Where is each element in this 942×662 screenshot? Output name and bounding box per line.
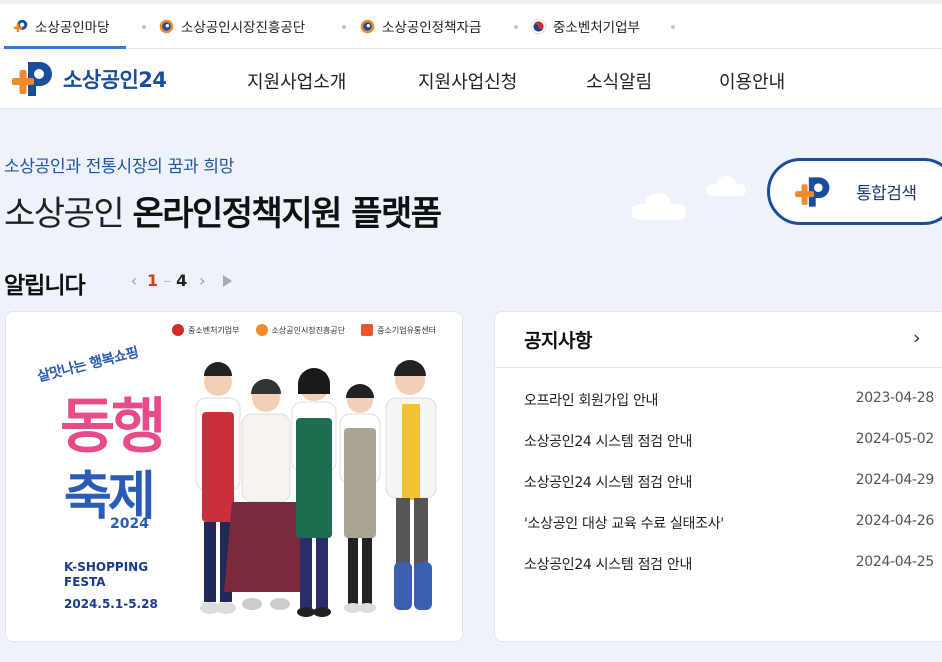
separator-dot bbox=[514, 25, 518, 29]
menu-guide[interactable]: 이용안내 bbox=[719, 68, 785, 94]
main-navigation: 소상공인24 지원사업소개 지원사업신청 소식알림 이용안내 bbox=[0, 49, 942, 109]
cloud-decoration bbox=[645, 193, 671, 215]
site-logo[interactable]: 소상공인24 bbox=[11, 58, 167, 100]
notice-item[interactable]: 소상공인24 시스템 점검 안내 2024-04-25 bbox=[524, 554, 934, 574]
separator-dot bbox=[342, 25, 346, 29]
separator-dot bbox=[142, 25, 146, 29]
banner-date: 2024.5.1-5.28 bbox=[64, 597, 158, 611]
site-label: 중소벤처기업부 bbox=[553, 20, 640, 36]
banner-english-title: K-SHOPPING FESTA bbox=[64, 560, 149, 589]
site-label: 소상공인정책자금 bbox=[382, 20, 482, 36]
site-link-policy-fund[interactable]: 소상공인정책자금 bbox=[359, 16, 481, 36]
hero-subtitle: 소상공인과 전통시장의 꿈과 희망 bbox=[4, 157, 235, 177]
notice-item-title: 소상공인24 시스템 점검 안내 bbox=[524, 557, 693, 573]
notice-item-title: 소상공인24 시스템 점검 안내 bbox=[524, 434, 693, 450]
notice-item-date: 2023-04-28 bbox=[855, 390, 935, 406]
menu-program-apply[interactable]: 지원사업신청 bbox=[418, 68, 517, 94]
page-total: 4 bbox=[176, 271, 188, 290]
sosang-logo-icon bbox=[13, 19, 28, 32]
integrated-search-button[interactable]: 통합검색 bbox=[767, 158, 942, 225]
alerts-title: 알립니다 bbox=[4, 273, 86, 299]
notice-item-date: 2024-04-25 bbox=[855, 554, 935, 570]
chevron-right-icon[interactable]: › bbox=[195, 271, 209, 290]
page-separator: – bbox=[163, 271, 172, 290]
menu-program-intro[interactable]: 지원사업소개 bbox=[247, 68, 346, 94]
notice-panel: 공지사항 › 오프라인 회원가입 안내 2023-04-28 소상공인24 시스… bbox=[494, 311, 942, 642]
banner-sponsor-logos: 중소벤처기업부 소상공인시장진흥공단 중소기업유통센터 bbox=[172, 324, 436, 336]
notice-item-title: 오프라인 회원가입 안내 bbox=[524, 393, 659, 409]
search-button-label: 통합검색 bbox=[856, 184, 917, 204]
chevron-right-icon[interactable]: › bbox=[913, 327, 921, 349]
site-link-sosang-madang[interactable]: 소상공인마당 bbox=[12, 16, 110, 36]
cloud-decoration bbox=[716, 176, 736, 192]
menu-news[interactable]: 소식알림 bbox=[586, 68, 652, 94]
chevron-left-icon[interactable]: ‹ bbox=[127, 271, 141, 290]
notice-item-date: 2024-04-26 bbox=[855, 513, 935, 529]
notice-item[interactable]: 소상공인24 시스템 점검 안내 2024-04-29 bbox=[524, 472, 934, 492]
separator-dot bbox=[671, 25, 675, 29]
sosang24-logo-icon bbox=[12, 62, 52, 96]
banner-year: 2024 bbox=[110, 516, 149, 532]
play-icon[interactable] bbox=[223, 274, 233, 287]
sponsor-logo: 중소벤처기업부 bbox=[172, 324, 240, 336]
promo-banner[interactable]: 중소벤처기업부 소상공인시장진흥공단 중소기업유통센터 살맛나는 행복쇼핑 동행… bbox=[5, 311, 463, 642]
semas-logo-icon bbox=[360, 19, 375, 33]
taegeuk-icon bbox=[530, 18, 547, 34]
sosang24-logo-icon bbox=[795, 176, 830, 207]
page-current: 1 bbox=[147, 271, 159, 290]
site-link-mss[interactable]: 중소벤처기업부 bbox=[530, 16, 640, 36]
sponsor-logo: 중소기업유통센터 bbox=[361, 324, 436, 336]
divider bbox=[495, 367, 942, 368]
hero-title-light: 소상공인 bbox=[4, 194, 125, 234]
hero-title-bold: 온라인정책지원 플랫폼 bbox=[132, 194, 442, 234]
notice-item-title: '소상공인 대상 교육 수료 실태조사' bbox=[524, 516, 724, 532]
notice-item-date: 2024-04-29 bbox=[855, 472, 935, 488]
notice-item[interactable]: 오프라인 회원가입 안내 2023-04-28 bbox=[524, 390, 934, 410]
hero-title: 소상공인 온라인정책지원 플랫폼 bbox=[4, 186, 442, 235]
semas-logo-icon bbox=[159, 19, 174, 33]
banner-pager: ‹ 1 – 4 › bbox=[127, 271, 233, 290]
notice-title: 공지사항 bbox=[524, 330, 592, 352]
notice-item[interactable]: '소상공인 대상 교육 수료 실태조사' 2024-04-26 bbox=[524, 513, 934, 533]
logo-text: 소상공인24 bbox=[63, 68, 167, 92]
top-utility-bar: 소상공인마당 소상공인시장진흥공단 소상공인정책자금 중소벤처기업부 bbox=[0, 0, 942, 49]
sponsor-logo: 소상공인시장진흥공단 bbox=[255, 324, 345, 336]
notice-item-date: 2024-05-02 bbox=[855, 431, 935, 447]
banner-headline-1: 동행 bbox=[60, 392, 166, 462]
notice-item-title: 소상공인24 시스템 점검 안내 bbox=[524, 475, 693, 491]
site-link-semas[interactable]: 소상공인시장진흥공단 bbox=[158, 16, 305, 36]
notice-item[interactable]: 소상공인24 시스템 점검 안내 2024-05-02 bbox=[524, 431, 934, 451]
site-label: 소상공인마당 bbox=[35, 20, 110, 36]
site-label: 소상공인시장진흥공단 bbox=[181, 20, 306, 36]
banner-people-illustration bbox=[195, 360, 437, 617]
